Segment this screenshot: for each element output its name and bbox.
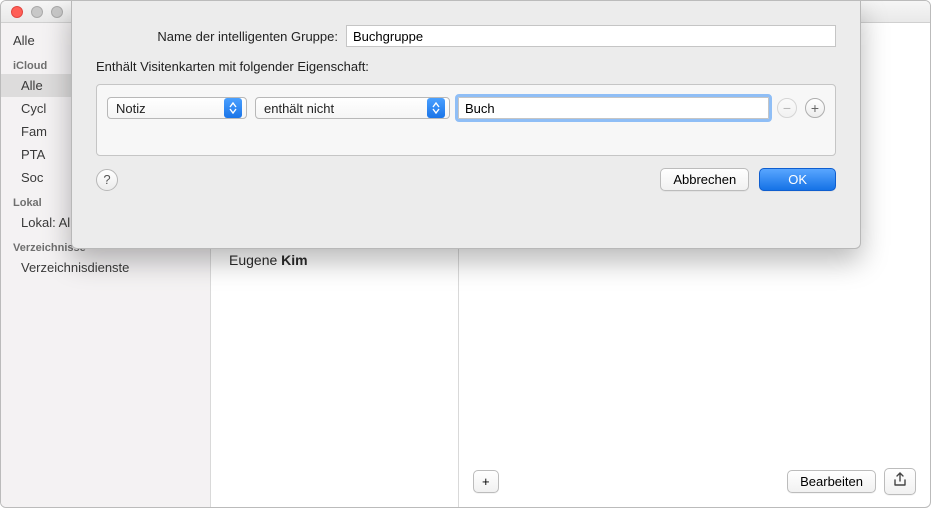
- help-icon: ?: [103, 172, 110, 187]
- cancel-button[interactable]: Abbrechen: [660, 168, 749, 191]
- add-rule-button[interactable]: +: [805, 98, 825, 118]
- share-icon: [893, 472, 907, 488]
- contact-last: Kim: [281, 252, 307, 268]
- rule-value-input[interactable]: [458, 97, 769, 119]
- list-item[interactable]: Eugene Kim: [211, 246, 458, 274]
- close-icon[interactable]: [11, 6, 23, 18]
- sidebar-item-directory-services[interactable]: Verzeichnisdienste: [1, 256, 210, 279]
- smart-group-sheet: Name der intelligenten Gruppe: Enthält V…: [71, 1, 861, 249]
- contacts-window: Alle iCloud Alle Cycl Fam PTA Soc Lokal …: [0, 0, 931, 508]
- chevron-updown-icon: [224, 98, 242, 118]
- share-button[interactable]: [884, 468, 916, 495]
- help-button[interactable]: ?: [96, 169, 118, 191]
- rule-operator-label: enthält nicht: [264, 101, 334, 116]
- contains-label: Enthält Visitenkarten mit folgender Eige…: [96, 59, 836, 74]
- ok-button[interactable]: OK: [759, 168, 836, 191]
- rules-container: Notiz enthält nicht −: [96, 84, 836, 156]
- add-field-button[interactable]: +: [473, 470, 499, 493]
- minimize-icon: [31, 6, 43, 18]
- minus-icon: −: [783, 100, 791, 116]
- rule-row: Notiz enthält nicht −: [107, 97, 825, 119]
- chevron-updown-icon: [427, 98, 445, 118]
- edit-button[interactable]: Bearbeiten: [787, 470, 876, 493]
- remove-rule-button: −: [777, 98, 797, 118]
- rule-field-popup[interactable]: Notiz: [107, 97, 247, 119]
- rule-field-label: Notiz: [116, 101, 146, 116]
- group-name-input[interactable]: [346, 25, 836, 47]
- plus-icon: +: [482, 474, 490, 489]
- rule-operator-popup[interactable]: enthält nicht: [255, 97, 450, 119]
- plus-icon: +: [811, 100, 819, 116]
- name-label: Name der intelligenten Gruppe:: [96, 29, 346, 44]
- zoom-icon: [51, 6, 63, 18]
- contact-first: Eugene: [229, 252, 277, 268]
